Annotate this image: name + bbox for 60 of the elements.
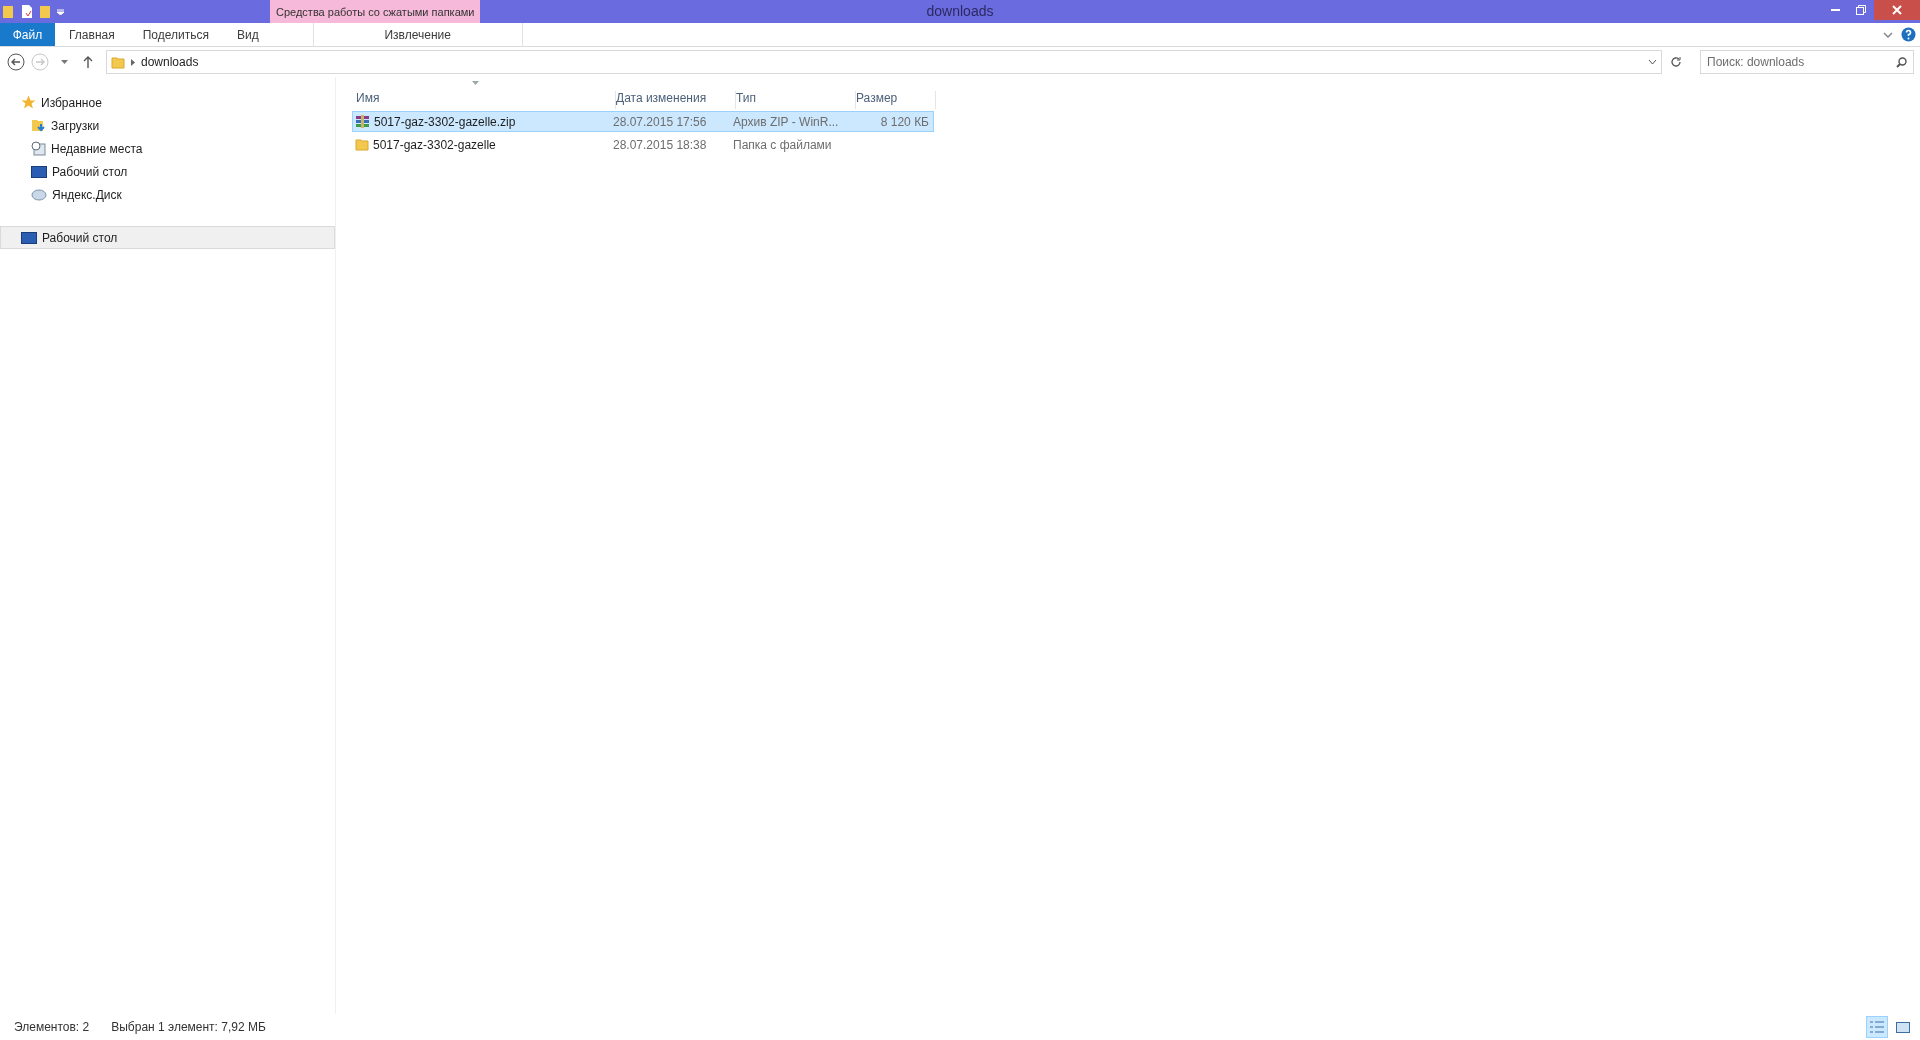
chevron-down-icon[interactable] [1648, 59, 1657, 65]
date-cell-text: 28.07.2015 18:38 [613, 137, 708, 152]
ribbon-tab[interactable]: Главная [55, 23, 129, 46]
contextual-tab-group: Средства работы со сжатыми папками [270, 0, 481, 23]
navigation-item[interactable]: Недавние места [0, 137, 335, 160]
close-icon [1892, 5, 1902, 15]
file-row[interactable]: 5017-gaz-3302-gazelle 28.07.2015 18:38 Папка с файлами [352, 134, 934, 155]
folder-icon[interactable] [39, 4, 51, 19]
ribbon-tab[interactable]: Поделиться [128, 23, 223, 46]
navigation-item[interactable]: Яндекс.Диск [0, 183, 335, 206]
ribbon-tab[interactable]: Вид [222, 23, 273, 46]
restore-icon [1856, 5, 1866, 15]
ribbon-tab[interactable]: Извлечение [312, 23, 523, 46]
search-icon [1896, 56, 1907, 68]
desktop-icon [21, 231, 37, 244]
address-path[interactable]: downloads [141, 55, 199, 69]
caret-icon [60, 60, 68, 64]
file-row[interactable]: 5017-gaz-3302-gazelle.zip 28.07.2015 17:56 Архив ZIP - WinR... 8 120 КБ [352, 111, 934, 132]
refresh-icon [1670, 56, 1682, 68]
sort-arrow-icon [472, 81, 479, 85]
navigation-item[interactable]: Рабочий стол [0, 160, 335, 183]
desktop-icon [31, 165, 47, 178]
details-list-icon [1870, 1021, 1884, 1033]
cloud-disk-icon [31, 188, 47, 201]
archive-icon [355, 114, 370, 129]
window-title: downloads [926, 3, 994, 19]
navigation-item[interactable]: Рабочий стол [0, 226, 335, 249]
download-folder-icon [31, 118, 46, 133]
size-cell-text: 8 120 КБ [879, 114, 930, 129]
folder-icon [2, 4, 14, 19]
close-button[interactable] [1874, 0, 1920, 20]
file-name: 5017-gaz-3302-gazelle.zip [374, 114, 516, 129]
favorites-item[interactable]: Избранное [0, 91, 335, 114]
help-icon[interactable] [1901, 27, 1916, 42]
recent-places-icon [31, 141, 46, 156]
column-header[interactable]: Тип [736, 91, 856, 109]
file-menu-tab[interactable]: Файл [0, 23, 55, 46]
file-name: 5017-gaz-3302-gazelle [373, 137, 496, 152]
document-icon[interactable] [20, 4, 33, 19]
navigation-item[interactable]: Загрузки [0, 114, 335, 137]
column-header[interactable]: Размер [856, 91, 936, 109]
chevron-down-icon[interactable] [1883, 31, 1893, 38]
type-cell-text: Архив ZIP - WinR... [733, 114, 840, 129]
type-cell-text: Папка с файлами [733, 137, 833, 152]
search-placeholder: Поиск: downloads [1707, 55, 1805, 69]
star-icon [21, 95, 36, 110]
selection-info: Выбран 1 элемент: 7,92 МБ [111, 1020, 266, 1034]
up-arrow-icon [83, 56, 93, 68]
column-header[interactable]: Имя [356, 91, 616, 109]
folder-icon [355, 138, 369, 151]
column-header[interactable]: Дата изменения [616, 91, 736, 109]
picture-icon [1896, 1021, 1910, 1033]
minimize-icon [1830, 9, 1840, 11]
back-button[interactable] [6, 52, 26, 72]
item-count: Элементов: 2 [14, 1020, 90, 1034]
date-cell-text: 28.07.2015 17:56 [613, 114, 708, 129]
folder-icon [111, 55, 125, 69]
search-field[interactable]: Поиск: downloads [1700, 50, 1914, 74]
breadcrumb-arrow-icon[interactable] [131, 58, 135, 66]
caret-icon[interactable] [57, 8, 64, 15]
